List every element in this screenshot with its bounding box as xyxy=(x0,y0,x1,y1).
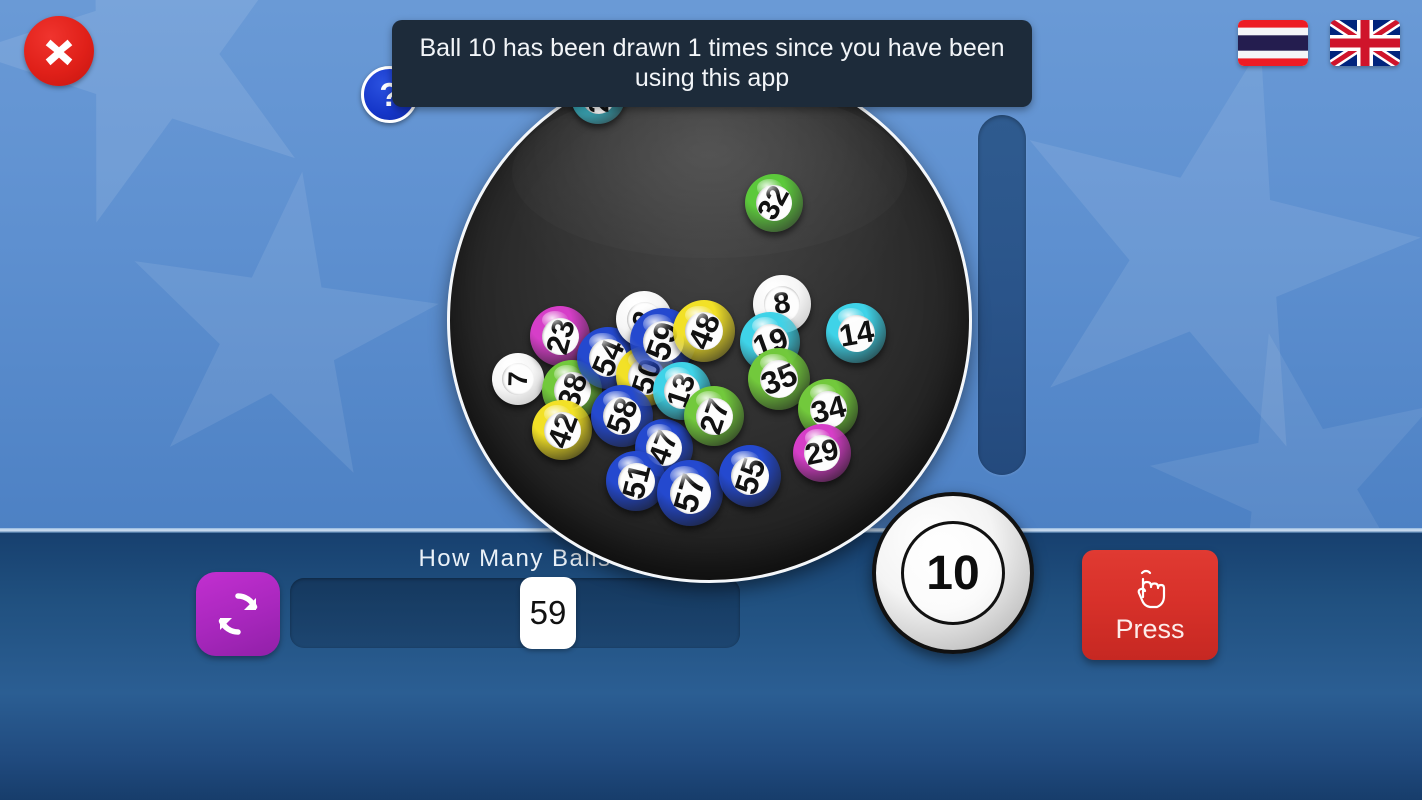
drum-ball-number: 23 xyxy=(537,313,583,359)
close-button[interactable] xyxy=(24,16,94,86)
close-x-icon xyxy=(45,39,73,66)
drum-ball: 14 xyxy=(826,303,886,363)
ball-count-value[interactable]: 59 xyxy=(520,577,576,649)
drum-ball: 42 xyxy=(532,400,592,460)
drum-ball-number: 57 xyxy=(664,467,716,519)
drawn-balls-track[interactable] xyxy=(978,115,1026,475)
united-kingdom-flag[interactable] xyxy=(1330,20,1400,66)
drum-ball-number: 48 xyxy=(679,306,729,356)
decorative-star xyxy=(99,149,460,510)
union-jack-icon xyxy=(1330,20,1400,66)
drum-ball: 55 xyxy=(719,445,781,507)
drum-ball-number: 42 xyxy=(538,406,586,454)
drawn-ball-number: 10 xyxy=(901,521,1005,625)
ball-layer: 2032723384254505847259481327819351434295… xyxy=(450,61,969,580)
drum-ball: 57 xyxy=(657,460,723,526)
tooltip-message: Ball 10 has been drawn 1 times since you… xyxy=(392,20,1032,107)
ball-count-slider[interactable] xyxy=(290,578,740,648)
drum-ball: 32 xyxy=(745,174,803,232)
drum-body: 2032723384254505847259481327819351434295… xyxy=(447,58,972,583)
thailand-flag[interactable] xyxy=(1238,20,1308,66)
drum-ball-number: 29 xyxy=(800,431,844,475)
drum-ball: 48 xyxy=(673,300,735,362)
drum-ball: 51 xyxy=(606,451,666,511)
current-drawn-ball: 10 xyxy=(872,492,1034,654)
app-root: ? Ball 10 has been drawn 1 times since y… xyxy=(0,0,1422,800)
refresh-icon xyxy=(218,593,258,635)
tap-hand-icon xyxy=(1137,569,1166,608)
thailand-flag-icon xyxy=(1238,20,1308,66)
refresh-button[interactable] xyxy=(196,572,280,656)
language-flags xyxy=(1238,20,1400,66)
drum-ball-number: 7 xyxy=(501,362,535,396)
press-button-label: Press xyxy=(1115,613,1185,644)
drum-ball-number: 14 xyxy=(834,311,878,355)
press-button[interactable]: Press xyxy=(1082,550,1218,660)
drum-ball-number: 55 xyxy=(726,452,774,500)
drum-ball: 7 xyxy=(492,353,544,405)
drum-ball: 27 xyxy=(684,386,744,446)
ball-drum[interactable]: 2032723384254505847259481327819351434295… xyxy=(447,58,972,583)
drum-ball-number: 32 xyxy=(749,178,799,228)
drum-ball-number: 35 xyxy=(754,354,804,404)
drum-ball-number: 27 xyxy=(690,392,738,440)
drum-ball: 29 xyxy=(793,424,851,482)
drum-ball-number: 51 xyxy=(613,458,659,504)
